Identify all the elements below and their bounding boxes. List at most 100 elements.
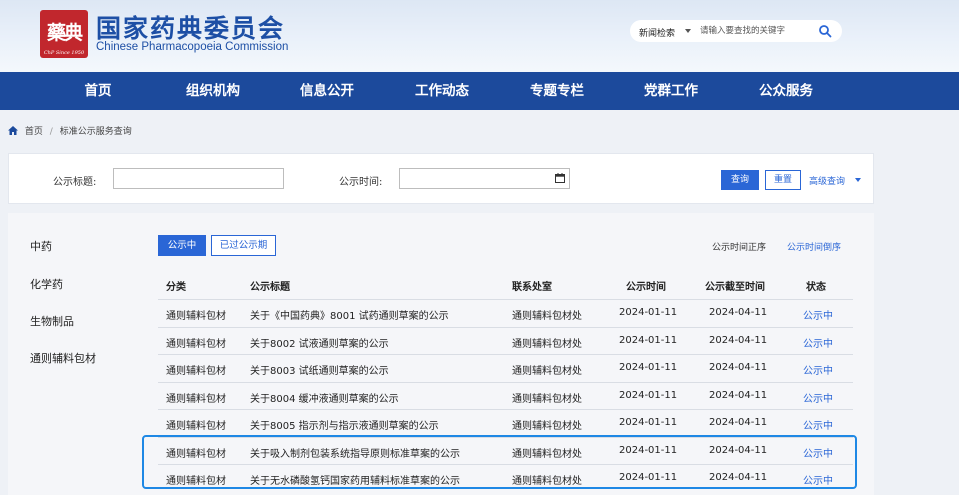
chevron-down-icon[interactable] [855,178,861,182]
col-status: 状态 [806,282,826,293]
row-category: 通则辅料包材 [166,476,226,487]
row-publicity-time: 2024-01-11 [619,472,678,483]
table-row[interactable]: 通则辅料包材 关于8003 试纸通则草案的公示 通则辅料包材处 2024-01-11 2… [158,354,853,381]
sidebar-item-chemical[interactable]: 化学药 [30,276,63,292]
results-panel: 中药 化学药 生物制品 通则辅料包材 公示中 已过公示期 公示时间正序 公示时间… [8,213,874,495]
nav-special-topics[interactable]: 专题专栏 [517,72,597,110]
nav-party-work[interactable]: 党群工作 [631,72,711,110]
nav-home[interactable]: 首页 [58,72,138,110]
results-content: 公示中 已过公示期 公示时间正序 公示时间倒序 分类 公示标题 联系处室 公示时… [146,213,874,495]
row-contact-office: 通则辅料包材处 [512,311,582,322]
row-publicity-time: 2024-01-11 [619,362,678,373]
home-icon [8,126,18,135]
row-status[interactable]: 公示中 [803,472,833,487]
col-publicity-time: 公示时间 [626,282,666,293]
site-title-en: Chinese Pharmacopoeia Commission [96,41,289,53]
search-input[interactable] [700,23,812,39]
row-title[interactable]: 关于8003 试纸通则草案的公示 [250,362,389,377]
row-end-time: 2024-04-11 [709,444,768,456]
sidebar-item-tcm[interactable]: 中药 [30,238,52,254]
breadcrumb: 首页 / 标准公示服务查询 [8,124,132,137]
row-publicity-time: 2024-01-11 [619,417,678,428]
row-category: 通则辅料包材 [166,366,226,377]
sidebar-item-biologics[interactable]: 生物制品 [30,313,74,329]
breadcrumb-home[interactable]: 首页 [25,127,43,137]
row-title[interactable]: 关于《中国药典》8001 试药通则草案的公示 [250,307,449,322]
tab-expired[interactable]: 已过公示期 [211,235,276,256]
nav-organization[interactable]: 组织机构 [173,72,253,110]
search-icon[interactable] [818,24,832,38]
row-status[interactable]: 公示中 [803,390,833,405]
time-filter-input[interactable] [399,168,570,189]
time-filter-label: 公示时间: [339,177,383,188]
row-contact-office: 通则辅料包材处 [512,393,582,405]
row-end-time: 2024-04-11 [709,362,768,373]
table-header: 分类 公示标题 联系处室 公示时间 公示截至时间 状态 [158,269,853,299]
row-status[interactable]: 公示中 [803,335,833,350]
row-end-time: 2024-04-11 [709,417,768,428]
logo-seal[interactable]: 藥典 ChP Since 1950 [40,10,88,58]
table-row[interactable]: 通则辅料包材 关于8002 试液通则草案的公示 通则辅料包材处 2024-01-11 2… [158,326,853,354]
row-contact-office: 通则辅料包材处 [512,448,582,460]
row-end-time: 2024-04-11 [709,334,768,346]
col-title: 公示标题 [250,282,290,293]
row-title[interactable]: 关于8004 缓冲液通则草案的公示 [250,390,399,405]
row-category: 通则辅料包材 [166,311,226,322]
query-button[interactable]: 查询 [721,170,759,190]
table-row[interactable]: 通则辅料包材 关于8005 指示剂与指示液通则草案的公示 通则辅料包材处 2024-0… [158,409,853,436]
row-contact-office: 通则辅料包材处 [512,366,582,377]
col-category: 分类 [166,282,186,293]
reset-button[interactable]: 重置 [765,170,801,190]
category-sidebar: 中药 化学药 生物制品 通则辅料包材 [8,213,138,495]
row-title[interactable]: 关于8005 指示剂与指示液通则草案的公示 [250,417,439,432]
row-contact-office: 通则辅料包材处 [512,421,582,432]
col-contact-office: 联系处室 [512,282,552,293]
row-status[interactable]: 公示中 [803,445,833,460]
search-box: 新闻检索 [630,20,842,42]
row-title[interactable]: 关于8002 试液通则草案的公示 [250,335,389,350]
col-end-time: 公示截至时间 [705,282,765,293]
logo-seal-char: 藥典 [46,22,83,44]
advanced-search-link[interactable]: 高级查询 [809,174,845,187]
nav-info-disclosure[interactable]: 信息公开 [287,72,367,110]
row-end-time: 2024-04-11 [709,307,768,318]
sort-time-desc[interactable]: 公示时间倒序 [787,240,841,253]
calendar-icon[interactable] [555,173,565,183]
breadcrumb-current: 标准公示服务查询 [59,127,132,137]
row-title[interactable]: 关于吸入制剂包装系统指导原则标准草案的公示 [250,445,460,460]
row-category: 通则辅料包材 [166,393,226,405]
table-row[interactable]: 通则辅料包材 关于8004 缓冲液通则草案的公示 通则辅料包材处 2024-01-11… [158,381,853,409]
filter-panel: 公示标题: 公示时间: 查询 重置 高级查询 [8,153,874,204]
title-filter-input[interactable] [113,168,284,189]
nav-work-news[interactable]: 工作动态 [402,72,482,110]
row-title[interactable]: 关于无水磷酸氢钙国家药用辅料标准草案的公示 [250,472,460,487]
site-title[interactable]: 国家药典委员会 [96,9,285,45]
row-status[interactable]: 公示中 [803,307,833,322]
search-category-select[interactable]: 新闻检索 [639,26,675,39]
tab-in-publicity[interactable]: 公示中 [158,235,206,256]
row-publicity-time: 2024-01-11 [619,307,678,318]
site-header: 藥典 ChP Since 1950 国家药典委员会 Chinese Pharma… [0,0,959,72]
chevron-down-icon[interactable] [685,29,691,33]
sort-time-asc[interactable]: 公示时间正序 [712,240,766,253]
row-category: 通则辅料包材 [166,448,226,460]
row-contact-office: 通则辅料包材处 [512,338,582,350]
table-row[interactable]: 通则辅料包材 关于《中国药典》8001 试药通则草案的公示 通则辅料包材处 2024-… [158,299,853,326]
table-row[interactable]: 通则辅料包材 关于无水磷酸氢钙国家药用辅料标准草案的公示 通则辅料包材处 2024-0… [158,464,853,491]
row-status[interactable]: 公示中 [803,362,833,377]
row-end-time: 2024-04-11 [709,389,768,401]
row-category: 通则辅料包材 [166,338,226,350]
row-category: 通则辅料包材 [166,421,226,432]
row-end-time: 2024-04-11 [709,472,768,483]
main-nav: 首页 组织机构 信息公开 工作动态 专题专栏 党群工作 公众服务 [0,72,959,110]
row-publicity-time: 2024-01-11 [619,334,678,346]
table-row[interactable]: 通则辅料包材 关于吸入制剂包装系统指导原则标准草案的公示 通则辅料包材处 2024-0… [158,436,853,464]
row-status[interactable]: 公示中 [803,417,833,432]
logo-since: ChP Since 1950 [43,50,85,56]
row-contact-office: 通则辅料包材处 [512,476,582,487]
sidebar-item-general-excipients[interactable]: 通则辅料包材 [30,350,96,366]
row-publicity-time: 2024-01-11 [619,389,678,401]
nav-public-service[interactable]: 公众服务 [746,72,826,110]
breadcrumb-separator: / [49,127,53,137]
title-filter-label: 公示标题: [53,177,97,188]
